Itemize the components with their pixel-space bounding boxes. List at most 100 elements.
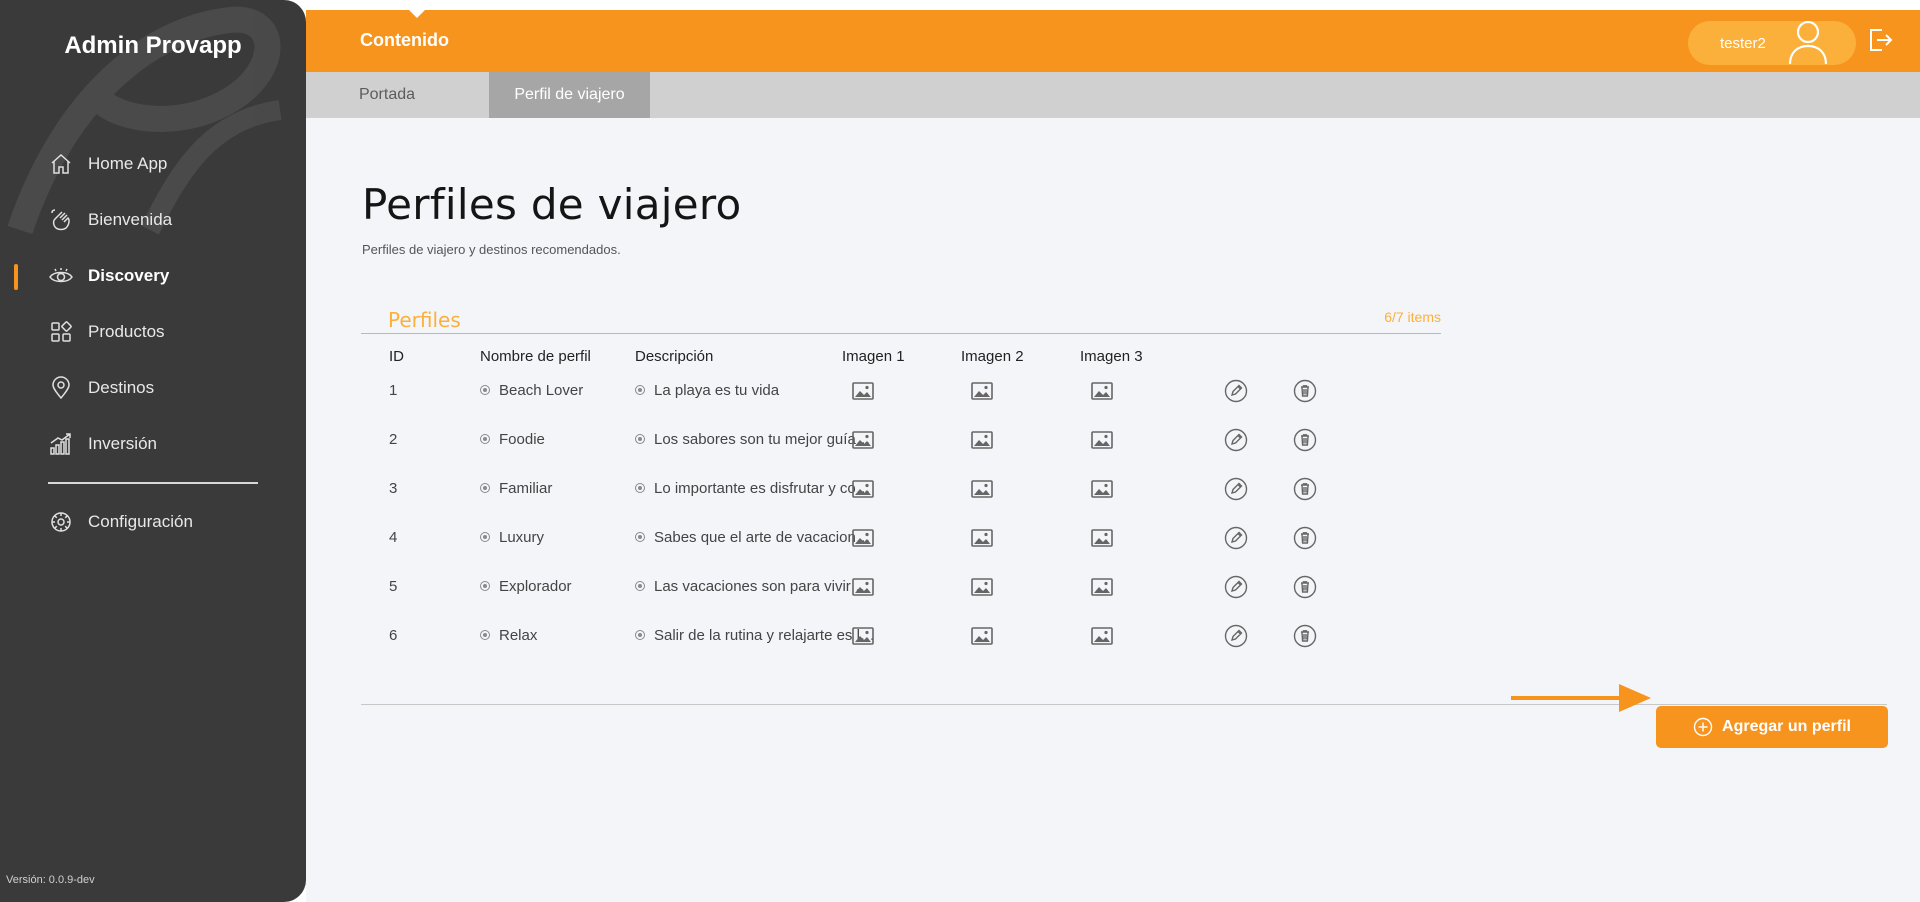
edit-icon[interactable] bbox=[1224, 379, 1248, 403]
sidebar-item-discovery[interactable]: Discovery bbox=[0, 248, 306, 304]
image-2-icon[interactable] bbox=[971, 480, 993, 498]
image-2-icon[interactable] bbox=[971, 627, 993, 645]
sidebar-item-label: Productos bbox=[88, 322, 165, 341]
profile-id: 1 bbox=[389, 382, 398, 399]
footer-divider bbox=[361, 704, 1887, 705]
bullet-icon bbox=[480, 434, 490, 444]
image-2-icon[interactable] bbox=[971, 578, 993, 596]
profiles-panel: Perfiles 6/7 items ID Nombre de perfil D… bbox=[361, 304, 1441, 664]
column-header-image-3: Imagen 3 bbox=[1080, 348, 1143, 365]
table-row: 4 Luxury Sabes que el arte de vacacion… bbox=[361, 517, 1441, 566]
delete-icon[interactable] bbox=[1293, 428, 1317, 452]
user-menu[interactable]: tester2 bbox=[1688, 20, 1856, 65]
panel-title: Perfiles bbox=[388, 308, 461, 332]
delete-icon[interactable] bbox=[1293, 379, 1317, 403]
image-1-icon[interactable] bbox=[852, 529, 874, 547]
image-2-icon[interactable] bbox=[971, 382, 993, 400]
panel-header: Perfiles 6/7 items bbox=[361, 304, 1441, 334]
profile-description-text: Salir de la rutina y relajarte es l… bbox=[654, 627, 875, 644]
image-1-icon[interactable] bbox=[852, 382, 874, 400]
sidebar-nav: Home App Bienvenida Discovery Productos … bbox=[0, 136, 306, 550]
add-profile-button[interactable]: Agregar un perfil bbox=[1656, 706, 1888, 748]
image-3-icon[interactable] bbox=[1091, 382, 1113, 400]
sub-tabs: Portada Perfil de viajero bbox=[306, 72, 1920, 118]
edit-icon[interactable] bbox=[1224, 624, 1248, 648]
add-profile-label: Agregar un perfil bbox=[1722, 718, 1851, 735]
image-3-icon[interactable] bbox=[1091, 529, 1113, 547]
sidebar-item-destinos[interactable]: Destinos bbox=[0, 360, 306, 416]
image-2-icon[interactable] bbox=[971, 431, 993, 449]
sidebar-item-home-app[interactable]: Home App bbox=[0, 136, 306, 192]
bullet-icon bbox=[635, 581, 645, 591]
hand-wave-icon bbox=[48, 207, 74, 233]
tab-portada[interactable]: Portada bbox=[342, 72, 432, 118]
table-row: 5 Explorador Las vacaciones son para vivir… bbox=[361, 566, 1441, 615]
sidebar-item-productos[interactable]: Productos bbox=[0, 304, 306, 360]
page-title: Perfiles de viajero bbox=[362, 180, 742, 229]
sidebar-item-label: Bienvenida bbox=[88, 210, 173, 229]
bullet-icon bbox=[635, 483, 645, 493]
tab-perfil-de-viajero[interactable]: Perfil de viajero bbox=[489, 72, 650, 118]
delete-icon[interactable] bbox=[1293, 477, 1317, 501]
eye-icon bbox=[48, 263, 74, 289]
table-header: ID Nombre de perfil Descripción Imagen 1… bbox=[361, 334, 1441, 370]
edit-icon[interactable] bbox=[1224, 575, 1248, 599]
profile-id: 5 bbox=[389, 578, 398, 595]
table-row: 3 Familiar Lo importante es disfrutar y co… bbox=[361, 468, 1441, 517]
bullet-icon bbox=[635, 532, 645, 542]
items-count: 6/7 items bbox=[1384, 309, 1441, 325]
main-content: Perfiles de viajero Perfiles de viajero … bbox=[306, 118, 1920, 902]
profile-name-text: Familiar bbox=[499, 480, 553, 497]
profile-id: 4 bbox=[389, 529, 398, 546]
column-header-description: Descripción bbox=[635, 348, 714, 365]
section-title: Contenido bbox=[360, 30, 449, 50]
table-body: 1 Beach Lover La playa es tu vida 2 Foodie Lo… bbox=[361, 370, 1441, 664]
sidebar-item-label: Configuración bbox=[88, 512, 193, 531]
image-3-icon[interactable] bbox=[1091, 431, 1113, 449]
map-pin-icon bbox=[48, 375, 74, 401]
brand-title: Admin Provapp bbox=[64, 32, 242, 59]
image-1-icon[interactable] bbox=[852, 431, 874, 449]
profile-name: Beach Lover bbox=[480, 382, 583, 399]
image-3-icon[interactable] bbox=[1091, 578, 1113, 596]
image-1-icon[interactable] bbox=[852, 627, 874, 645]
edit-icon[interactable] bbox=[1224, 428, 1248, 452]
profile-name-text: Luxury bbox=[499, 529, 545, 546]
profile-description-text: Las vacaciones son para vivir … bbox=[654, 578, 870, 595]
profile-description-text: Sabes que el arte de vacacion… bbox=[654, 529, 871, 546]
bullet-icon bbox=[635, 630, 645, 640]
logout-icon[interactable] bbox=[1866, 26, 1894, 54]
image-1-icon[interactable] bbox=[852, 578, 874, 596]
profile-name-text: Explorador bbox=[499, 578, 572, 595]
sidebar-item-label: Discovery bbox=[88, 266, 170, 285]
profile-name-text: Beach Lover bbox=[499, 382, 584, 399]
bullet-icon bbox=[635, 385, 645, 395]
profile-name-text: Relax bbox=[499, 627, 538, 644]
image-3-icon[interactable] bbox=[1091, 627, 1113, 645]
version-label: Versión: 0.0.9-dev bbox=[6, 874, 95, 886]
profile-id: 6 bbox=[389, 627, 398, 644]
delete-icon[interactable] bbox=[1293, 624, 1317, 648]
sidebar-item-inversion[interactable]: Inversión bbox=[0, 416, 306, 472]
image-1-icon[interactable] bbox=[852, 480, 874, 498]
plus-circle-icon bbox=[1693, 717, 1713, 737]
bullet-icon bbox=[480, 630, 490, 640]
user-avatar-icon bbox=[1788, 20, 1828, 65]
image-3-icon[interactable] bbox=[1091, 480, 1113, 498]
sidebar: Admin Provapp Home App Bienvenida Discov… bbox=[0, 0, 306, 902]
username: tester2 bbox=[1720, 34, 1766, 52]
table-row: 2 Foodie Los sabores son tu mejor guía… bbox=[361, 419, 1441, 468]
top-bar: Contenido tester2 bbox=[306, 9, 1920, 72]
image-2-icon[interactable] bbox=[971, 529, 993, 547]
edit-icon[interactable] bbox=[1224, 526, 1248, 550]
sidebar-item-bienvenida[interactable]: Bienvenida bbox=[0, 192, 306, 248]
delete-icon[interactable] bbox=[1293, 526, 1317, 550]
profile-name: Luxury bbox=[480, 529, 544, 546]
profile-name: Foodie bbox=[480, 431, 545, 448]
sidebar-item-configuracion[interactable]: Configuración bbox=[0, 494, 306, 550]
delete-icon[interactable] bbox=[1293, 575, 1317, 599]
bullet-icon bbox=[480, 532, 490, 542]
sidebar-item-label: Destinos bbox=[88, 378, 155, 397]
sidebar-divider bbox=[48, 482, 258, 484]
edit-icon[interactable] bbox=[1224, 477, 1248, 501]
